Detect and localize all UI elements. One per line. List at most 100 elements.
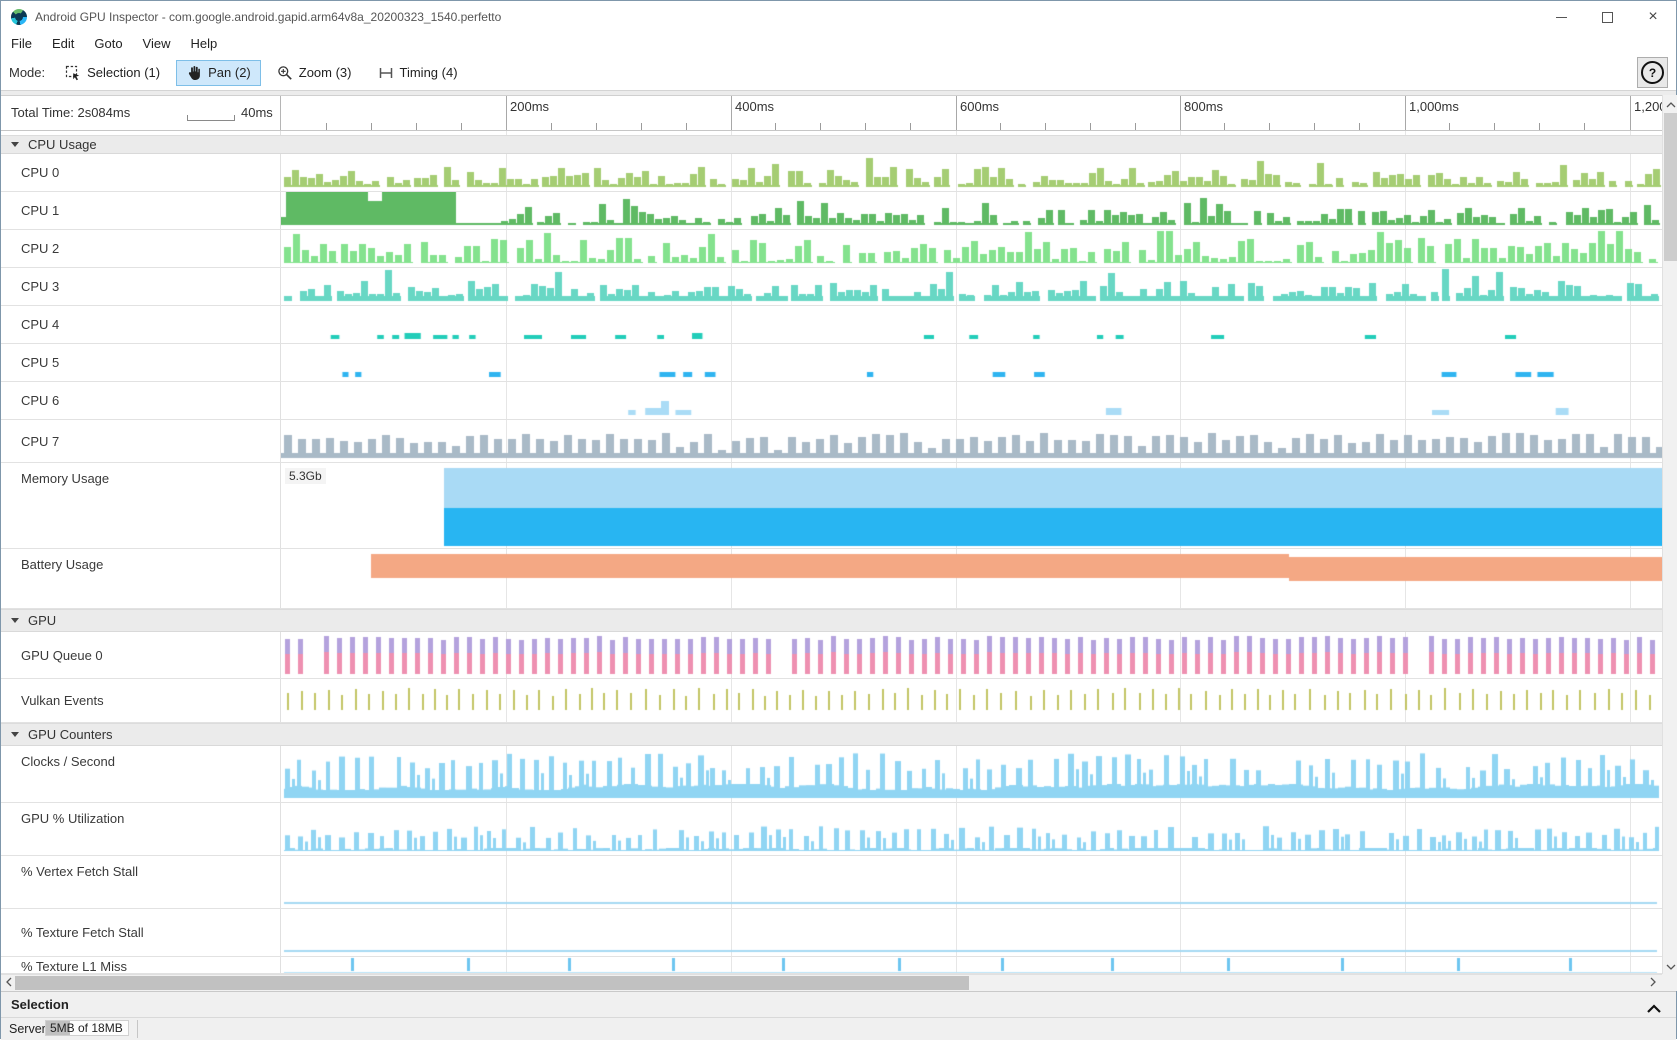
close-icon: × (1648, 1, 1657, 33)
track-plot[interactable] (281, 957, 1662, 973)
menu-item-file[interactable]: File (1, 33, 42, 55)
ruler-minor-tick (1269, 123, 1270, 130)
vertical-scrollbar-thumb[interactable] (1664, 113, 1677, 261)
scrollbar-corner (1662, 974, 1677, 991)
section-header-gpu-counters[interactable]: GPU Counters (1, 723, 1662, 746)
ruler-minor-tick (596, 123, 597, 130)
track-plot[interactable] (281, 382, 1662, 419)
track-plot[interactable] (281, 632, 1662, 678)
track-plot[interactable] (281, 679, 1662, 722)
minimize-button[interactable] (1538, 1, 1584, 33)
scroll-down-button[interactable] (1663, 957, 1677, 974)
menu-item-help[interactable]: Help (181, 33, 228, 55)
ruler-minor-tick (1045, 123, 1046, 130)
close-button[interactable]: × (1630, 1, 1676, 33)
server-progress-bar: 5MB of 18MB (45, 1020, 129, 1036)
track-plot[interactable] (281, 746, 1662, 802)
maximize-button[interactable] (1584, 1, 1630, 33)
menu-item-goto[interactable]: Goto (84, 33, 132, 55)
vertical-scrollbar[interactable] (1662, 95, 1677, 974)
track-row--texture-fetch-stall: % Texture Fetch Stall (1, 909, 1662, 957)
ruler-tick-label: 800ms (1184, 99, 1223, 114)
scroll-up-button[interactable] (1663, 95, 1677, 112)
ruler-minor-tick (551, 123, 552, 130)
track-label: CPU 5 (21, 355, 59, 370)
timeline-ruler[interactable]: Total Time: 2s084ms 40ms 200ms400ms600ms… (1, 95, 1676, 131)
chevron-up-icon (1666, 95, 1676, 113)
mode-button-label: Selection (1) (87, 65, 160, 80)
track-row-cpu-1: CPU 1 (1, 192, 1662, 230)
ruler-minor-tick (326, 123, 327, 130)
track-row-gpu-utilization: GPU % Utilization (1, 803, 1662, 856)
help-button[interactable]: ? (1637, 57, 1668, 88)
track-plot[interactable] (281, 549, 1662, 608)
section-header-gpu[interactable]: GPU (1, 609, 1662, 632)
track-plot[interactable] (281, 463, 1662, 548)
window-title: Android GPU Inspector - com.google.andro… (35, 1, 501, 33)
mode-button-selection[interactable]: Selection (1) (55, 60, 170, 86)
track-row-vulkan-events: Vulkan Events (1, 679, 1662, 723)
label-column-divider (280, 96, 281, 130)
track-row-cpu-5: CPU 5 (1, 344, 1662, 382)
track-plot[interactable] (281, 306, 1662, 343)
section-header-cpu-usage[interactable]: CPU Usage (1, 135, 1662, 154)
mode-button-pan[interactable]: Pan (2) (176, 60, 261, 86)
ruler-minor-tick (1000, 123, 1001, 130)
track-label: CPU 7 (21, 434, 59, 449)
ruler-major-tick (956, 96, 957, 130)
scroll-left-button[interactable] (1, 975, 16, 991)
ruler-minor-tick (775, 123, 776, 130)
track-plot[interactable] (281, 909, 1662, 956)
track-row--vertex-fetch-stall: % Vertex Fetch Stall (1, 856, 1662, 909)
ruler-minor-tick (1090, 123, 1091, 130)
track-label: CPU 6 (21, 393, 59, 408)
ruler-minor-tick (1135, 123, 1136, 130)
ruler-minor-tick (1224, 123, 1225, 130)
menu-item-view[interactable]: View (133, 33, 181, 55)
collapse-selection-button[interactable] (1646, 1000, 1662, 1018)
ruler-major-tick (1630, 96, 1631, 130)
ruler-minor-tick (686, 123, 687, 130)
track-plot[interactable] (281, 154, 1662, 191)
track-label: GPU % Utilization (21, 811, 124, 826)
ruler-minor-tick (1314, 123, 1315, 130)
track-plot[interactable] (281, 192, 1662, 229)
toolbar: Mode: Selection (1)Pan (2)Zoom (3)Timing… (1, 55, 1676, 91)
chevron-down-icon (1666, 957, 1676, 975)
track-plot[interactable] (281, 803, 1662, 855)
track-row-memory-usage: Memory Usage5.3Gb (1, 463, 1662, 549)
app-window: Android GPU Inspector - com.google.andro… (0, 0, 1677, 1039)
track-label: Battery Usage (21, 557, 103, 572)
track-row-cpu-6: CPU 6 (1, 382, 1662, 420)
horizontal-scrollbar-thumb[interactable] (15, 976, 969, 990)
ruler-major-tick (506, 96, 507, 130)
track-label: % Vertex Fetch Stall (21, 864, 138, 879)
track-plot[interactable] (281, 856, 1662, 908)
track-row-cpu-7: CPU 7 (1, 420, 1662, 463)
ruler-minor-tick (1584, 123, 1585, 130)
mode-button-timing[interactable]: Timing (4) (368, 60, 468, 86)
track-plot[interactable] (281, 268, 1662, 305)
selection-panel-title: Selection (11, 997, 69, 1012)
scroll-right-button[interactable] (1645, 975, 1660, 991)
track-plot[interactable] (281, 230, 1662, 267)
track-plot[interactable] (281, 420, 1662, 462)
ruler-minor-tick (910, 123, 911, 130)
app-logo-icon (11, 9, 27, 25)
track-plot[interactable] (281, 344, 1662, 381)
zoom-icon (277, 65, 293, 81)
minimize-icon (1556, 17, 1567, 18)
scale-label: 40ms (241, 105, 273, 120)
pan-icon (186, 65, 202, 81)
timeline-tracks: CPU UsageCPU 0CPU 1CPU 2CPU 3CPU 4CPU 5C… (1, 131, 1676, 974)
track-row-cpu-0: CPU 0 (1, 154, 1662, 192)
titlebar[interactable]: Android GPU Inspector - com.google.andro… (1, 1, 1676, 33)
horizontal-scrollbar[interactable] (1, 974, 1662, 991)
track-label: CPU 1 (21, 203, 59, 218)
selection-panel-header[interactable]: Selection (1, 991, 1676, 1018)
status-bar: Server: 5MB of 18MB (1, 1018, 1676, 1040)
menu-item-edit[interactable]: Edit (42, 33, 84, 55)
section-label: GPU Counters (28, 727, 113, 742)
mode-button-zoom[interactable]: Zoom (3) (267, 60, 362, 86)
ruler-minor-tick (461, 123, 462, 130)
